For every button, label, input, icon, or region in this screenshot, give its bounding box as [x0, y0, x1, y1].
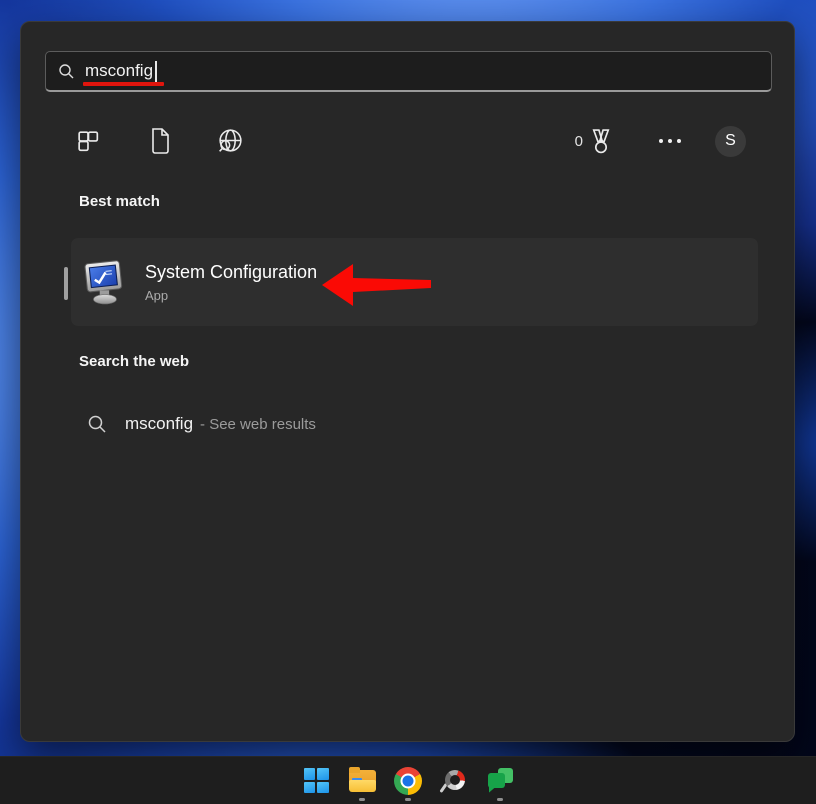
taskbar: [0, 756, 816, 804]
apps-filter-icon[interactable]: [75, 128, 102, 155]
web-search-result[interactable]: msconfig - See web results: [71, 400, 758, 448]
green-chat-icon: [487, 768, 514, 793]
running-indicator: [497, 798, 503, 801]
account-area: 0 S: [575, 126, 770, 157]
search-input[interactable]: msconfig: [45, 51, 772, 92]
chat-button[interactable]: [483, 759, 517, 803]
filter-icons: [45, 127, 245, 156]
selection-indicator: [64, 267, 68, 300]
text-caret: [155, 61, 157, 82]
result-title: System Configuration: [145, 262, 317, 283]
account-avatar[interactable]: S: [715, 126, 746, 157]
windows-start-icon: [304, 768, 329, 793]
web-filter-icon[interactable]: [216, 127, 245, 156]
filter-row: 0 S: [45, 118, 770, 164]
avatar-initial: S: [725, 132, 736, 150]
rewards-button[interactable]: 0: [575, 128, 613, 155]
ellipsis-icon: [659, 139, 663, 143]
annotation-arrow-icon: [321, 262, 433, 308]
search-icon: [87, 414, 107, 434]
running-indicator: [405, 798, 411, 801]
medal-icon: [589, 128, 613, 155]
annotation-underline: [83, 82, 164, 86]
result-text: System Configuration App: [145, 262, 317, 303]
rewards-count: 0: [575, 133, 583, 150]
web-suffix: - See web results: [200, 416, 316, 433]
documents-filter-icon[interactable]: [146, 127, 172, 155]
web-query: msconfig: [125, 414, 193, 434]
search-panel: msconfig: [20, 21, 795, 742]
more-options-button[interactable]: [659, 139, 681, 143]
start-button[interactable]: [299, 759, 333, 803]
web-search-header: Search the web: [79, 353, 189, 370]
file-explorer-button[interactable]: [345, 759, 379, 803]
best-match-header: Best match: [79, 193, 160, 210]
chrome-button[interactable]: [391, 759, 425, 803]
system-configuration-icon: [83, 259, 129, 305]
search-query: msconfig: [85, 61, 153, 81]
chrome-icon: [394, 767, 422, 795]
file-explorer-icon: [348, 768, 377, 793]
magnifier-app-icon: [440, 767, 468, 795]
screenshot-tool-button[interactable]: [437, 759, 471, 803]
result-subtitle: App: [145, 288, 317, 303]
running-indicator: [359, 798, 365, 801]
search-icon: [58, 63, 75, 80]
